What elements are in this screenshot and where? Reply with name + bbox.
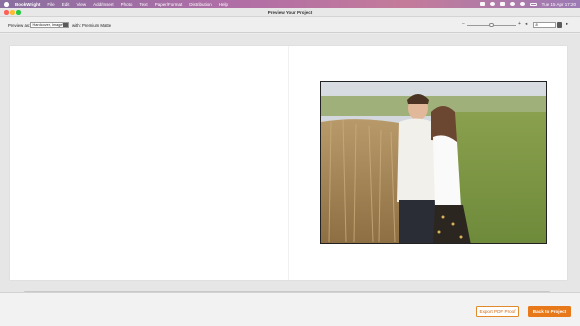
- menu-app-name[interactable]: BookWright: [15, 2, 40, 7]
- next-page-icon[interactable]: ▸: [566, 21, 568, 27]
- export-pdf-proof-button[interactable]: Export PDF Proof: [476, 306, 519, 317]
- menu-help[interactable]: Help: [219, 2, 228, 7]
- menu-bar: BookWright File Edit View Add/Insert Pho…: [0, 0, 580, 8]
- search-icon[interactable]: [509, 2, 515, 6]
- apple-icon[interactable]: [4, 1, 9, 7]
- cover-type-select[interactable]: Hardcover, ImageWrap: [30, 21, 69, 28]
- menu-paper-format[interactable]: Paper/Format: [155, 2, 183, 7]
- book-spread: [10, 46, 567, 280]
- menu-clock[interactable]: Tue 15 Apr 17:20: [542, 2, 576, 7]
- preview-area: [0, 34, 580, 293]
- menu-edit[interactable]: Edit: [62, 2, 70, 7]
- back-to-project-button[interactable]: Back to Project: [528, 306, 571, 317]
- previous-page-icon[interactable]: ◂: [525, 21, 527, 27]
- window-titlebar: Preview Your Project: [0, 8, 580, 17]
- preview-as-label: Preview as:: [8, 23, 31, 28]
- zoom-out-icon[interactable]: −: [462, 21, 465, 27]
- couple-photo: [321, 82, 546, 243]
- with-label: with:: [72, 23, 81, 28]
- menu-add-insert[interactable]: Add/Insert: [93, 2, 114, 7]
- menu-distribution[interactable]: Distribution: [189, 2, 212, 7]
- page-stepper[interactable]: [557, 21, 562, 28]
- wifi-icon[interactable]: [499, 2, 505, 6]
- page-photo: [320, 81, 547, 244]
- menu-photo[interactable]: Photo: [121, 2, 133, 7]
- preview-toolbar: Preview as: Hardcover, ImageWrap with: P…: [0, 17, 580, 33]
- chevron-down-icon: [63, 22, 68, 28]
- page-number-field[interactable]: 8: [533, 21, 556, 28]
- user-icon[interactable]: [519, 2, 525, 6]
- menu-text[interactable]: Text: [139, 2, 147, 7]
- control-center-icon[interactable]: [529, 2, 537, 6]
- footer-bar: Export PDF Proof Back to Project: [0, 292, 580, 326]
- paper-finish-label: Premium Matte: [82, 23, 112, 28]
- page-spine: [288, 46, 289, 280]
- window-title: Preview Your Project: [267, 9, 313, 15]
- status-area: Tue 15 Apr 17:20: [479, 2, 576, 7]
- menu-file[interactable]: File: [47, 2, 54, 7]
- dropbox-icon[interactable]: [479, 2, 485, 6]
- zoom-in-icon[interactable]: +: [518, 21, 521, 27]
- zoom-slider-thumb[interactable]: [489, 22, 494, 27]
- bluetooth-icon[interactable]: [489, 2, 495, 6]
- menu-view[interactable]: View: [76, 2, 86, 7]
